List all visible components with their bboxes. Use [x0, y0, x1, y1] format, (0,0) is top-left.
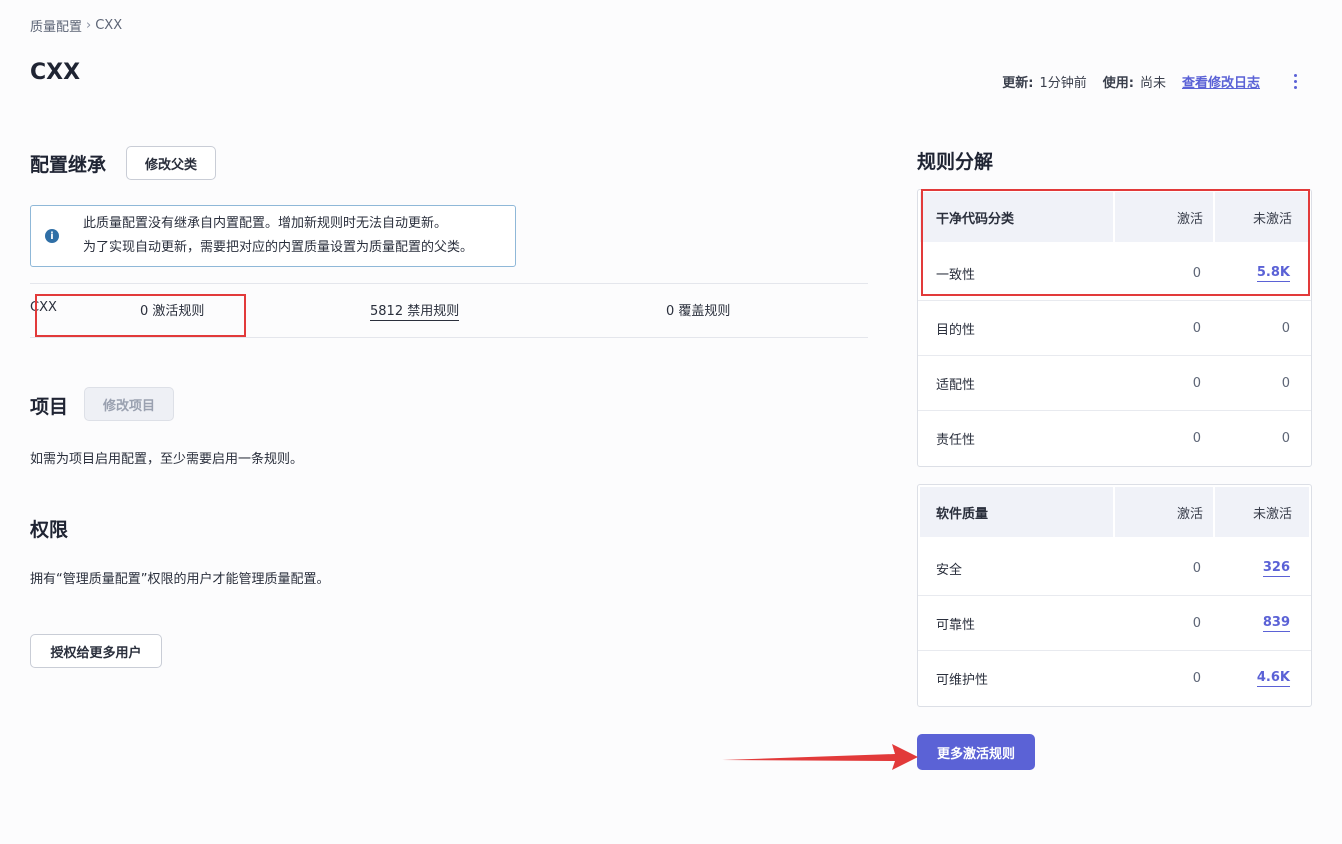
row-inactive: 0: [1211, 356, 1306, 410]
table-row: 目的性 0 0: [918, 301, 1311, 356]
row-label: 安全: [936, 562, 963, 578]
annotation-highlight-box: [921, 189, 1310, 296]
header-category: 软件质量: [936, 506, 989, 522]
activate-more-rules-button[interactable]: 更多激活规则: [917, 734, 1035, 770]
rules-breakdown-title: 规则分解: [917, 151, 994, 173]
updated-value: 1分钟前: [1039, 75, 1087, 91]
table-row: 可维护性 0 4.6K: [918, 651, 1311, 706]
updated-label: 更新:: [1002, 75, 1034, 91]
page-title: CXX: [30, 60, 81, 85]
change-parent-button[interactable]: 修改父类: [126, 146, 216, 180]
divider: [30, 337, 868, 338]
row-active: 0: [1111, 596, 1211, 650]
changelog-link[interactable]: 查看修改日志: [1182, 72, 1260, 91]
table-row: 安全 0 326: [918, 541, 1311, 596]
table-row: 可靠性 0 839: [918, 596, 1311, 651]
row-inactive: 0: [1211, 301, 1306, 355]
row-inactive-link[interactable]: 4.6K: [1256, 670, 1290, 687]
row-active: 0: [1111, 541, 1211, 595]
projects-title: 项目: [30, 396, 69, 418]
table-row: 适配性 0 0: [918, 356, 1311, 411]
row-label: 适配性: [936, 377, 976, 393]
permissions-description: 拥有“管理质量配置”权限的用户才能管理质量配置。: [30, 572, 330, 587]
inactive-rules-link[interactable]: 5812 禁用规则: [370, 300, 460, 321]
grant-more-users-button[interactable]: 授权给更多用户: [30, 634, 162, 668]
profile-meta: 更新: 1分钟前 使用: 尚未 查看修改日志: [1002, 70, 1306, 92]
breadcrumb: 质量配置 › CXX: [30, 16, 122, 35]
kebab-menu-icon[interactable]: [1284, 70, 1306, 92]
breadcrumb-separator: ›: [86, 18, 92, 33]
annotation-highlight-box: [35, 294, 246, 337]
info-line-2: 为了实现自动更新，需要把对应的内置质量设置为质量配置的父类。: [83, 240, 474, 255]
row-inactive-link[interactable]: 839: [1262, 615, 1290, 632]
breadcrumb-parent[interactable]: 质量配置: [30, 16, 82, 35]
row-label: 目的性: [936, 322, 976, 338]
inheritance-info-box: i 此质量配置没有继承自内置配置。增加新规则时无法自动更新。 为了实现自动更新，…: [30, 205, 516, 267]
change-projects-button[interactable]: 修改项目: [84, 387, 174, 421]
annotation-arrow: [722, 744, 918, 770]
row-inactive: 0: [1211, 411, 1306, 466]
projects-description: 如需为项目启用配置，至少需要启用一条规则。: [30, 452, 304, 467]
divider: [30, 283, 868, 284]
row-active: 0: [1111, 651, 1211, 706]
software-quality-table: 软件质量 激活 未激活 安全 0 326 可靠性 0 839 可维护性 0 4.…: [917, 484, 1312, 707]
inheritance-title: 配置继承: [30, 154, 107, 176]
table-row: 责任性 0 0: [918, 411, 1311, 466]
used-value: 尚未: [1139, 75, 1166, 91]
header-active: 激活: [1113, 487, 1213, 537]
row-label: 责任性: [936, 433, 976, 448]
row-label: 可靠性: [936, 617, 976, 633]
row-inactive-link[interactable]: 326: [1262, 560, 1290, 577]
header-inactive: 未激活: [1213, 487, 1308, 537]
permissions-title: 权限: [30, 519, 69, 541]
row-label: 可维护性: [936, 673, 989, 688]
info-line-1: 此质量配置没有继承自内置配置。增加新规则时无法自动更新。: [83, 216, 448, 231]
overridden-rules-count: 0 覆盖规则: [666, 304, 731, 319]
row-active: 0: [1111, 411, 1211, 466]
row-active: 0: [1111, 301, 1211, 355]
breadcrumb-current: CXX: [95, 18, 123, 33]
used-label: 使用:: [1102, 75, 1134, 91]
row-active: 0: [1111, 356, 1211, 410]
info-icon: i: [45, 229, 59, 243]
table-header: 软件质量 激活 未激活: [920, 487, 1309, 539]
